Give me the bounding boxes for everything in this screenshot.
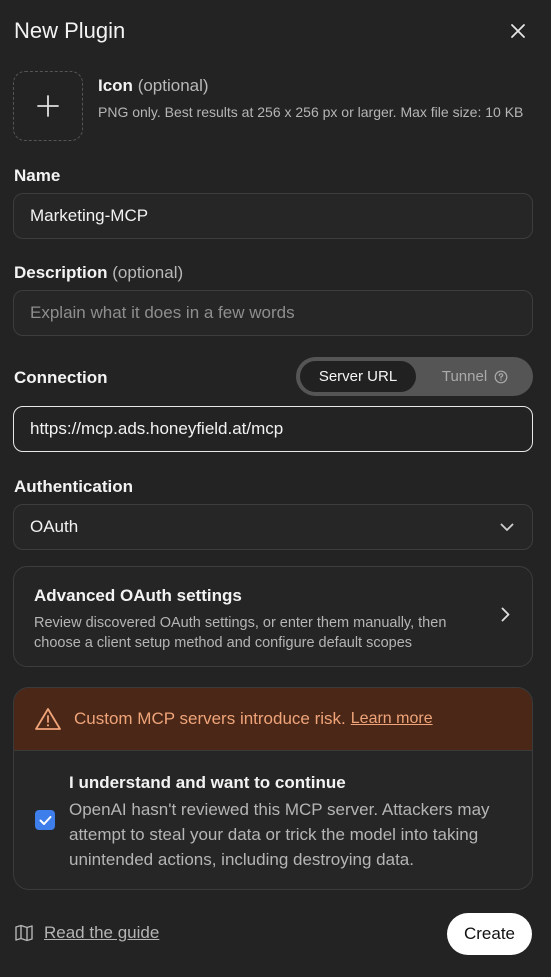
description-label-text: Description	[14, 263, 108, 282]
book-icon	[15, 924, 33, 942]
risk-warning-text: Custom MCP servers introduce risk.	[74, 709, 346, 728]
plus-icon	[37, 95, 59, 117]
connection-label: Connection	[14, 368, 108, 387]
acknowledge-description: OpenAI hasn't reviewed this MCP server. …	[69, 800, 490, 869]
close-button[interactable]	[504, 17, 532, 45]
name-input[interactable]: Marketing-MCP	[13, 193, 533, 239]
learn-more-link[interactable]: Learn more	[351, 710, 433, 728]
warning-icon	[34, 707, 62, 731]
connection-type-toggle: Server URL Tunnel	[296, 357, 533, 396]
server-url-tab[interactable]: Server URL	[300, 361, 416, 392]
icon-description: PNG only. Best results at 256 x 256 px o…	[98, 104, 524, 120]
authentication-label: Authentication	[14, 477, 133, 496]
name-label: Name	[14, 166, 61, 185]
tunnel-tab[interactable]: Tunnel	[420, 361, 530, 392]
description-label: Description (optional)	[14, 263, 183, 283]
chevron-down-icon	[500, 523, 514, 531]
icon-optional-text: (optional)	[137, 76, 209, 95]
acknowledge-checkbox[interactable]	[35, 810, 55, 830]
icon-label-text: Icon	[98, 76, 133, 95]
icon-label: Icon (optional)	[98, 76, 209, 96]
advanced-oauth-title: Advanced OAuth settings	[34, 586, 242, 605]
new-plugin-dialog: New Plugin Icon (optional) PNG only. Bes…	[0, 0, 551, 977]
read-guide-text: Read the guide	[44, 923, 160, 942]
read-guide-link[interactable]: Read the guide	[14, 923, 159, 943]
authentication-select[interactable]: OAuth	[13, 504, 533, 550]
help-icon	[494, 370, 508, 383]
description-optional-text: (optional)	[112, 263, 184, 282]
authentication-value: OAuth	[30, 517, 79, 536]
risk-warning-card: Custom MCP servers introduce risk. Learn…	[13, 687, 533, 890]
dialog-title: New Plugin	[14, 18, 126, 43]
risk-warning-header: Custom MCP servers introduce risk. Learn…	[14, 688, 532, 751]
server-url-input[interactable]: https://mcp.ads.honeyfield.at/mcp	[13, 406, 533, 452]
chevron-right-icon	[501, 607, 510, 622]
checkmark-icon	[39, 815, 51, 825]
create-button[interactable]: Create	[447, 913, 532, 955]
acknowledge-title: I understand and want to continue	[69, 773, 346, 792]
close-icon	[511, 24, 525, 38]
advanced-oauth-settings[interactable]: Advanced OAuth settings Review discovere…	[13, 566, 533, 667]
description-input[interactable]: Explain what it does in a few words	[13, 290, 533, 336]
advanced-oauth-description: Review discovered OAuth settings, or ent…	[34, 615, 447, 651]
icon-upload-button[interactable]	[13, 71, 83, 141]
tunnel-tab-label: Tunnel	[441, 368, 488, 385]
